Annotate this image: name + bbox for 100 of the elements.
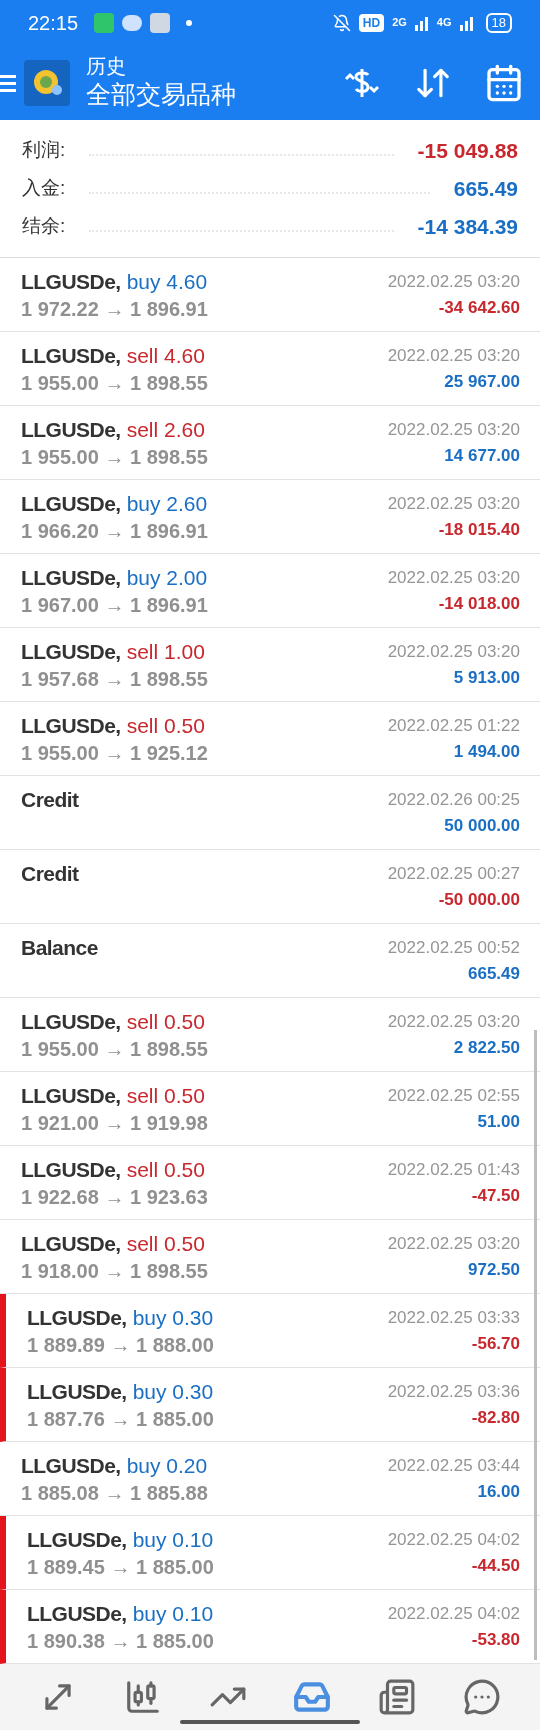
deal-time: 2022.02.25 02:55: [387, 1084, 520, 1107]
summary-value: 665.49: [453, 175, 518, 202]
symbol: LLGUSDe,: [21, 1230, 121, 1257]
symbol: LLGUSDe,: [27, 1378, 127, 1405]
summary-label: 入金:: [22, 176, 66, 201]
clock: 22:15: [28, 10, 79, 36]
summary-label: 利润:: [22, 138, 66, 163]
deal-time: 2022.02.25 04:02: [387, 1528, 520, 1551]
profit: 50 000.00: [444, 814, 520, 837]
deal-type: buy 2.60: [126, 490, 208, 517]
summary-value: -14 384.39: [417, 213, 518, 240]
profit: 51.00: [477, 1110, 520, 1133]
deal-row[interactable]: Credit 2022.02.26 00:25 50 000.00: [0, 776, 540, 850]
deal-type: buy 0.20: [126, 1452, 208, 1479]
deal-row[interactable]: LLGUSDe, sell 0.50 1 955.00 → 1 925.12 2022.02.25 01:22 1 494.00: [0, 702, 540, 776]
mute-icon: [332, 13, 351, 32]
deal-type: sell 0.50: [126, 1156, 205, 1183]
scrollbar[interactable]: [534, 1030, 537, 1660]
summary-value: -15 049.88: [417, 137, 518, 164]
price-range: 1 885.08 → 1 885.88: [21, 1480, 209, 1505]
app-icon: [150, 12, 171, 33]
price-range: 1 890.38 → 1 885.00: [27, 1628, 215, 1653]
deal-time: 2022.02.25 03:20: [387, 1232, 520, 1255]
price-range: 1 967.00 → 1 896.91: [21, 592, 209, 617]
price-range: 1 955.00 → 1 925.12: [21, 740, 209, 765]
profit: -14 018.00: [438, 592, 520, 615]
deal-row[interactable]: Credit 2022.02.25 00:27 -50 000.00: [0, 850, 540, 924]
symbol: LLGUSDe,: [21, 342, 121, 369]
price-range: 1 955.00 → 1 898.55: [21, 444, 209, 469]
profit: 665.49: [468, 962, 520, 985]
deal-type: sell 0.50: [126, 1008, 205, 1035]
deal-time: 2022.02.25 03:44: [387, 1454, 520, 1477]
menu-icon[interactable]: [0, 72, 16, 93]
symbol: LLGUSDe,: [21, 1008, 121, 1035]
symbol: LLGUSDe,: [21, 1452, 121, 1479]
profit: -47.50: [471, 1184, 520, 1207]
battery-level: 18: [485, 12, 512, 33]
news-tab-icon[interactable]: [377, 1678, 416, 1716]
deal-type: buy 0.10: [132, 1526, 214, 1553]
deal-row[interactable]: LLGUSDe, sell 4.60 1 955.00 → 1 898.55 2022.02.25 03:20 25 967.00: [0, 332, 540, 406]
profit: -53.80: [471, 1628, 520, 1651]
deal-time: 2022.02.25 04:02: [387, 1602, 520, 1625]
symbol-filter[interactable]: 全部交易品种: [86, 79, 236, 111]
symbol: LLGUSDe,: [27, 1526, 127, 1553]
profit: 25 967.00: [444, 370, 520, 393]
network-label: 2G: [392, 15, 407, 31]
deal-row[interactable]: LLGUSDe, buy 2.60 1 966.20 → 1 896.91 2022.02.25 03:20 -18 015.40: [0, 480, 540, 554]
symbol: LLGUSDe,: [21, 564, 121, 591]
symbol: LLGUSDe,: [21, 1156, 121, 1183]
deal-time: 2022.02.26 00:25: [387, 788, 520, 811]
symbol: LLGUSDe,: [21, 712, 121, 739]
price-range: 1 921.00 → 1 919.98: [21, 1110, 209, 1135]
calendar-icon[interactable]: [484, 62, 524, 103]
deal-time: 2022.02.25 00:27: [387, 862, 520, 885]
deal-type: buy 0.30: [132, 1378, 214, 1405]
chart-tab-icon[interactable]: [124, 1678, 162, 1716]
symbol: Balance: [21, 934, 98, 961]
deal-row[interactable]: LLGUSDe, sell 2.60 1 955.00 → 1 898.55 2022.02.25 03:20 14 677.00: [0, 406, 540, 480]
symbol: LLGUSDe,: [21, 1082, 121, 1109]
deal-row[interactable]: LLGUSDe, buy 4.60 1 972.22 → 1 896.91 2022.02.25 03:20 -34 642.60: [0, 258, 540, 332]
deal-type: sell 0.50: [126, 712, 205, 739]
deal-type: sell 1.00: [126, 638, 205, 665]
profit: -56.70: [471, 1332, 520, 1355]
deal-type: buy 4.60: [126, 268, 208, 295]
profit: -50 000.00: [438, 888, 520, 911]
deal-time: 2022.02.25 03:20: [387, 270, 520, 293]
price-range: 1 955.00 → 1 898.55: [21, 1036, 209, 1061]
price-range: 1 922.68 → 1 923.63: [21, 1184, 209, 1209]
signal-icon: [414, 14, 429, 31]
profit: 2 822.50: [453, 1036, 520, 1059]
profit: -18 015.40: [438, 518, 520, 541]
profit: 14 677.00: [444, 444, 520, 467]
symbol: LLGUSDe,: [21, 416, 121, 443]
deal-row[interactable]: LLGUSDe, buy 2.00 1 967.00 → 1 896.91 2022.02.25 03:20 -14 018.00: [0, 554, 540, 628]
symbol: LLGUSDe,: [27, 1600, 127, 1627]
symbol: LLGUSDe,: [21, 490, 121, 517]
deal-row[interactable]: Balance 2022.02.25 00:52 665.49: [0, 924, 540, 998]
signal-icon: [459, 14, 474, 31]
deal-type: buy 0.30: [132, 1304, 214, 1331]
deal-time: 2022.02.25 03:20: [387, 344, 520, 367]
screen-title: 历史: [86, 54, 127, 80]
app-logo-icon: [24, 59, 70, 106]
deal-time: 2022.02.25 03:20: [387, 418, 520, 441]
price-range: 1 889.89 → 1 888.00: [27, 1332, 215, 1357]
profit: -44.50: [471, 1554, 520, 1577]
deal-type: buy 2.00: [126, 564, 208, 591]
price-range: 1 957.68 → 1 898.55: [21, 666, 209, 691]
profit: 1 494.00: [453, 740, 520, 763]
symbol: LLGUSDe,: [21, 638, 121, 665]
symbol: LLGUSDe,: [27, 1304, 127, 1331]
deal-row[interactable]: LLGUSDe, sell 1.00 1 957.68 → 1 898.55 2022.02.25 03:20 5 913.00: [0, 628, 540, 702]
hd-indicator: HD: [358, 13, 385, 32]
deal-type: sell 0.50: [126, 1230, 205, 1257]
profit: 5 913.00: [453, 666, 520, 689]
deal-type: buy 0.10: [132, 1600, 214, 1627]
price-range: 1 887.76 → 1 885.00: [27, 1406, 215, 1431]
price-range: 1 955.00 → 1 898.55: [21, 370, 209, 395]
chat-tab-icon[interactable]: [462, 1678, 501, 1716]
deal-type: sell 4.60: [126, 342, 205, 369]
deal-time: 2022.02.25 03:20: [387, 1010, 520, 1033]
